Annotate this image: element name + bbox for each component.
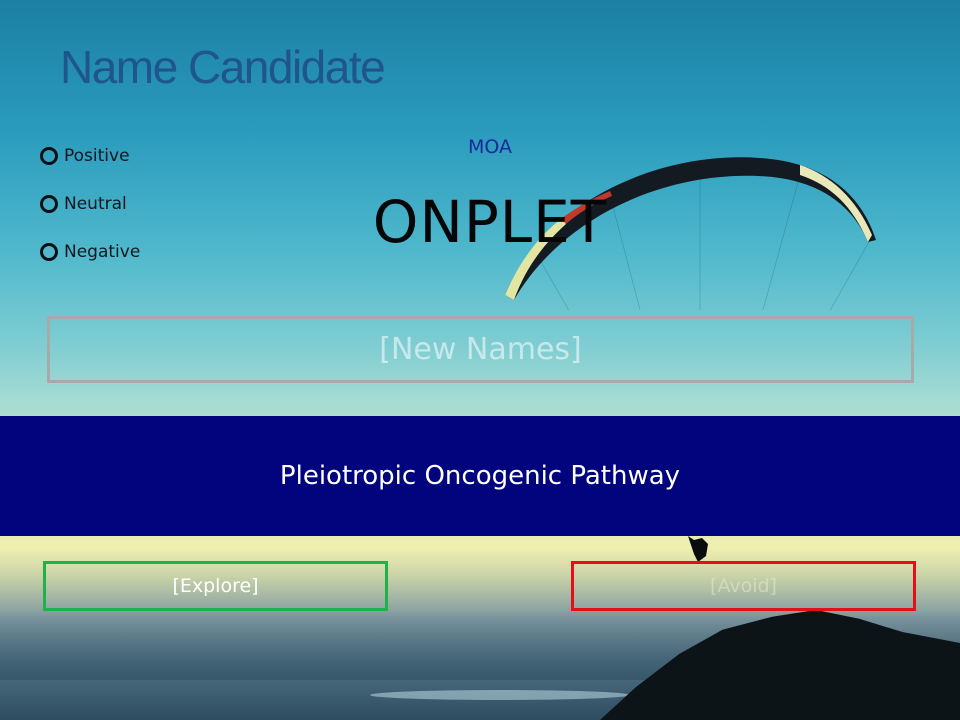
radio-circle-icon[interactable]: [40, 195, 58, 213]
explore-button[interactable]: [Explore]: [43, 561, 388, 611]
new-names-field[interactable]: [New Names]: [47, 316, 914, 383]
moa-label: MOA: [467, 136, 512, 158]
background-lake: [370, 690, 630, 700]
rating-option-label: Negative: [64, 242, 141, 262]
rating-option-negative[interactable]: Negative: [40, 240, 140, 264]
page-title: Name Candidate: [60, 41, 386, 93]
rating-option-label: Positive: [64, 146, 130, 166]
rating-option-label: Neutral: [64, 194, 127, 214]
radio-circle-icon[interactable]: [40, 147, 58, 165]
rating-radio-group: Positive Neutral Negative: [40, 144, 140, 288]
paraglider-pilot-icon: [688, 536, 708, 562]
moa-description-banner: Pleiotropic Oncogenic Pathway: [0, 416, 960, 536]
avoid-button[interactable]: [Avoid]: [571, 561, 916, 611]
rating-option-neutral[interactable]: Neutral: [40, 192, 140, 216]
banner-text: Pleiotropic Oncogenic Pathway: [279, 461, 681, 491]
candidate-name: ONPLET: [372, 188, 608, 256]
radio-circle-icon[interactable]: [40, 243, 58, 261]
rating-option-positive[interactable]: Positive: [40, 144, 140, 168]
